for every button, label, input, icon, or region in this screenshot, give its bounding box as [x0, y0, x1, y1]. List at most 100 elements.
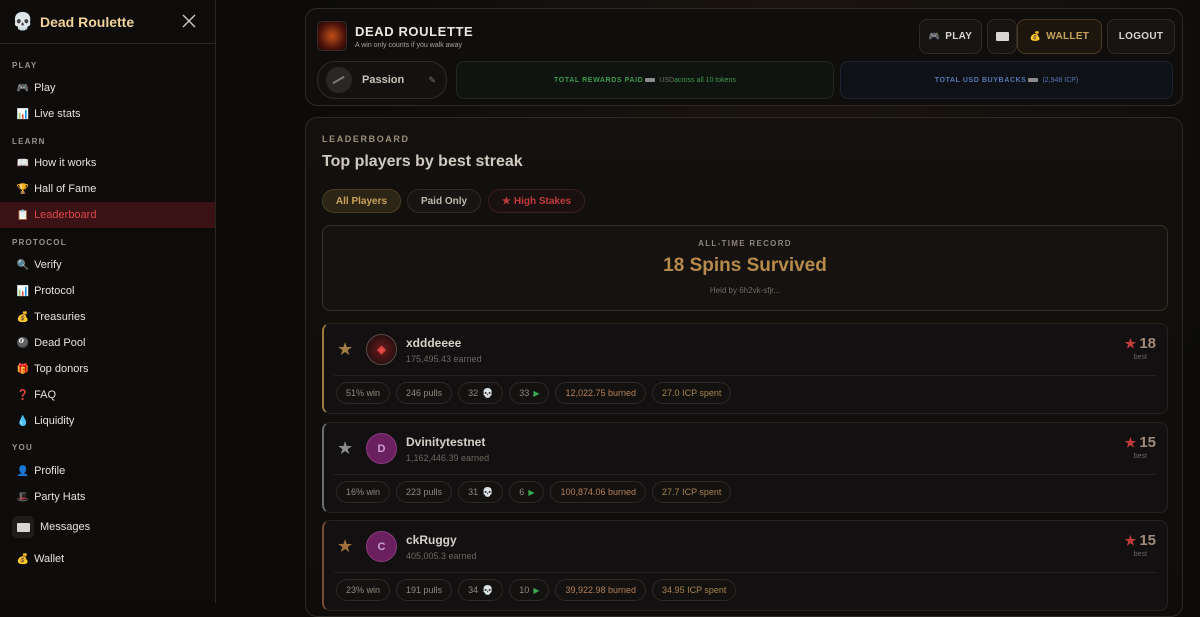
pass-avatar-icon [326, 67, 352, 93]
total-buybacks-value: (2,948 ICP) [1042, 76, 1079, 84]
star-icon: ★ [1124, 533, 1137, 548]
pool-ball-icon: 🎱 [16, 337, 30, 349]
record-value: 18 Spins Survived [663, 255, 827, 276]
sidebar-brand: Dead Roulette [40, 13, 135, 30]
close-icon[interactable] [181, 13, 197, 29]
money-bag-icon: 💰 [1029, 31, 1042, 41]
pass-label: Passion [362, 74, 405, 86]
survivals-pill: 33 ▶ [509, 382, 550, 404]
stats-row: 23% win 191 pulls 34 💀 10 ▶ 39,922.98 burn… [336, 579, 737, 601]
play-arrow-icon: ▶ [533, 585, 540, 595]
best-streak: ★ 15 best [1124, 434, 1156, 460]
sidebar-item-verify[interactable]: 🔍 Verify [0, 252, 215, 278]
skull-icon: 💀 [482, 486, 494, 497]
sidebar-item-dead-pool[interactable]: 🎱 Dead Pool [0, 330, 215, 356]
sidebar-item-top-donors[interactable]: 🎁 Top donors [0, 356, 215, 382]
magnifier-icon: 🔍 [16, 259, 30, 271]
avatar: ◈ [366, 334, 397, 365]
sidebar-item-profile[interactable]: 👤 Profile [0, 458, 215, 484]
edit-icon[interactable]: ✎ [428, 75, 436, 86]
icp-spent-pill: 34.95 ICP spent [652, 579, 737, 601]
question-icon: ❓ [16, 389, 30, 401]
star-icon: ★ [501, 195, 511, 207]
record-holder: Held by 6h2vk-sfjr... [709, 286, 781, 295]
sidebar-item-play[interactable]: 🎮 Play [0, 75, 215, 101]
app-title: DEAD ROULETTE [355, 24, 474, 39]
player-name: xdddeeee [406, 336, 462, 350]
best-streak: ★ 15 best [1124, 532, 1156, 558]
filter-all-players[interactable]: All Players [322, 189, 401, 213]
divider [334, 375, 1157, 376]
leaderboard-eyebrow: LEADERBOARD [322, 134, 410, 144]
win-rate-pill: 23% win [336, 579, 391, 601]
play-arrow-icon: ▶ [528, 487, 535, 497]
pass-selector[interactable]: Passion ✎ [317, 61, 447, 99]
skull-icon: 💀 [12, 11, 34, 31]
chart-icon: 📊 [16, 285, 30, 297]
sidebar-item-hall-of-fame[interactable]: 🏆 Hall of Fame [0, 176, 215, 202]
droplet-icon: 💧 [16, 415, 30, 427]
pulls-pill: 191 pulls [396, 579, 453, 601]
player-earned: 1,162,446.39 earned [406, 453, 490, 463]
burned-pill: 39,922.98 burned [555, 579, 647, 601]
chart-icon: 📊 [16, 108, 30, 120]
survivals-pill: 6 ▶ [509, 481, 545, 503]
filter-high-stakes[interactable]: ★ High Stakes [488, 189, 585, 213]
sidebar-item-wallet[interactable]: 💰 Wallet [0, 546, 215, 572]
avatar: C [366, 531, 397, 562]
burned-pill: 12,022.75 burned [555, 382, 647, 404]
total-buybacks-card: TOTAL USD BUYBACKS (2,948 ICP) [840, 61, 1173, 99]
loading-placeholder [645, 78, 656, 82]
filter-paid-only[interactable]: Paid Only [407, 189, 481, 213]
sidebar-item-messages[interactable]: Messages [0, 512, 215, 542]
sidebar-item-live-stats[interactable]: 📊 Live stats [0, 101, 215, 127]
sidebar-item-party-hats[interactable]: 🎩 Party Hats [0, 484, 215, 510]
section-you: YOU [12, 443, 33, 452]
total-rewards-card: TOTAL REWARDS PAID USD across all 10 tok… [456, 61, 834, 99]
money-bag-icon: 💰 [16, 553, 30, 565]
app-logo[interactable] [317, 21, 347, 51]
leaderboard-row[interactable]: ★ D Dvinitytestnet 1,162,446.39 earned ★… [322, 422, 1168, 513]
trophy-icon: 🏆 [16, 183, 30, 195]
star-icon: ★ [337, 438, 354, 458]
gamepad-icon: 🎮 [16, 82, 30, 94]
play-button[interactable]: 🎮 PLAY [919, 19, 982, 54]
total-rewards-sub: across all 10 tokens [674, 76, 736, 84]
app-tagline: A win only counts if you walk away [355, 42, 462, 49]
burned-pill: 100,874.06 burned [550, 481, 647, 503]
player-name: ckRuggy [406, 533, 457, 547]
star-icon: ★ [1124, 435, 1137, 450]
player-earned: 405,005.3 earned [406, 551, 477, 561]
sidebar: 💀 Dead Roulette PLAY 🎮 Play 📊 Live stats… [0, 0, 216, 603]
main-content: DEAD ROULETTE A win only counts if you w… [216, 0, 1200, 617]
section-play: PLAY [12, 61, 38, 70]
logout-button[interactable]: LOGOUT [1107, 19, 1175, 54]
deaths-pill: 34 💀 [458, 579, 504, 601]
sidebar-item-how-it-works[interactable]: 📖 How it works [0, 150, 215, 176]
messages-button[interactable] [987, 19, 1017, 54]
sidebar-item-protocol[interactable]: 📊 Protocol [0, 278, 215, 304]
star-icon: ★ [1124, 336, 1137, 351]
sidebar-item-faq[interactable]: ❓ FAQ [0, 382, 215, 408]
total-rewards-unit: USD [659, 76, 675, 84]
leaderboard-row[interactable]: ★ ◈ xdddeeee 175,495.43 earned ★ 18 best … [322, 323, 1168, 414]
record-label: ALL-TIME RECORD [698, 239, 792, 248]
play-arrow-icon: ▶ [533, 388, 540, 398]
total-buybacks-label: TOTAL USD BUYBACKS [934, 76, 1027, 84]
top-hat-icon: 🎩 [16, 491, 30, 503]
sidebar-header: 💀 Dead Roulette [0, 0, 215, 44]
sidebar-item-leaderboard[interactable]: 📋 Leaderboard [0, 202, 215, 228]
envelope-icon [12, 516, 34, 538]
section-protocol: PROTOCOL [12, 238, 67, 247]
skull-icon: 💀 [482, 387, 494, 398]
star-icon: ★ [337, 339, 354, 359]
sidebar-item-liquidity[interactable]: 💧 Liquidity [0, 408, 215, 434]
leaderboard-row[interactable]: ★ C ckRuggy 405,005.3 earned ★ 15 best 23… [322, 520, 1168, 611]
sidebar-item-treasuries[interactable]: 💰 Treasuries [0, 304, 215, 330]
wallet-button[interactable]: 💰 WALLET [1017, 19, 1102, 54]
player-earned: 175,495.43 earned [406, 354, 482, 364]
page-title: Top players by best streak [322, 153, 523, 170]
leaderboard-panel: LEADERBOARD Top players by best streak A… [305, 117, 1183, 617]
survivals-pill: 10 ▶ [509, 579, 550, 601]
gift-icon: 🎁 [16, 363, 30, 375]
